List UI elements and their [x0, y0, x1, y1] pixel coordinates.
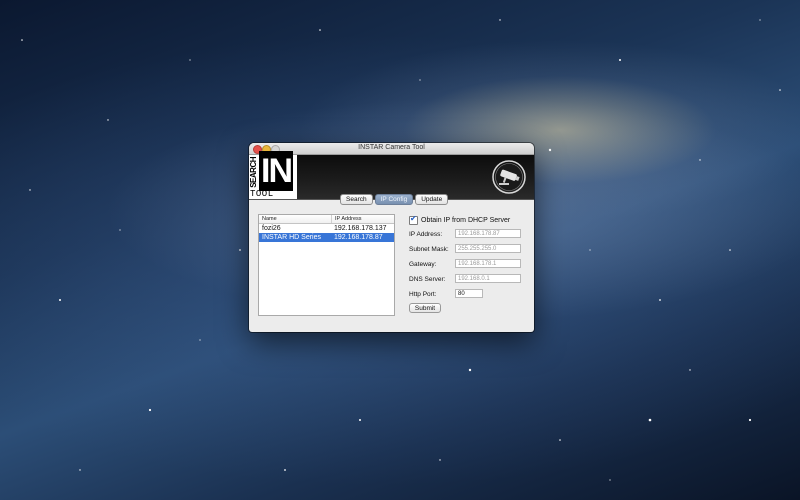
logo-in-text: IN [259, 151, 293, 191]
column-header-name[interactable]: Name [259, 215, 332, 223]
logo-search-text: SEARCH [249, 157, 258, 188]
ip-config-form: ✔ Obtain IP from DHCP Server IP Address:… [409, 213, 534, 313]
gateway-input[interactable]: 192.168.178.1 [455, 259, 521, 268]
ip-address-input[interactable]: 192.168.178.87 [455, 229, 521, 238]
subnet-mask-input[interactable]: 255.255.255.0 [455, 244, 521, 253]
tab-search[interactable]: Search [340, 194, 373, 205]
search-in-tool-logo: SEARCH IN TOOL [249, 151, 297, 199]
submit-button[interactable]: Submit [409, 303, 441, 313]
window-title: INSTAR Camera Tool [358, 144, 425, 151]
dhcp-label: Obtain IP from DHCP Server [421, 216, 511, 224]
subnet-mask-label: Subnet Mask: [409, 246, 449, 253]
instar-camera-tool-window: INSTAR Camera Tool SEARCH IN TOOL Search… [249, 143, 534, 332]
dhcp-checkbox[interactable]: ✔ [409, 213, 418, 225]
http-port-input[interactable]: 80 [455, 289, 483, 298]
dhcp-option[interactable]: ✔ Obtain IP from DHCP Server [409, 213, 534, 225]
device-row-selected[interactable]: INSTAR HD Series 192.168.178.87 [259, 233, 394, 242]
device-name: fozi26 [262, 225, 281, 232]
dns-server-input[interactable]: 192.168.0.1 [455, 274, 521, 283]
tab-ip-config[interactable]: IP Config [374, 194, 414, 205]
checkmark-icon: ✔ [410, 213, 417, 223]
device-ip: 192.168.178.87 [334, 234, 383, 241]
ip-address-label: IP Address: [409, 231, 443, 238]
device-list[interactable]: Name IP Address fozi26 192.168.178.137 I… [258, 214, 395, 316]
column-header-ip-address[interactable]: IP Address [332, 215, 362, 223]
security-camera-icon [492, 160, 526, 194]
device-row[interactable]: fozi26 192.168.178.137 [259, 224, 394, 233]
device-list-header: Name IP Address [259, 215, 394, 224]
gateway-label: Gateway: [409, 261, 437, 268]
device-ip: 192.168.178.137 [334, 225, 387, 232]
logo-tool-text: TOOL [250, 189, 274, 199]
tab-bar: Search IP Config Update [340, 194, 449, 205]
device-name: INSTAR HD Series [262, 234, 321, 241]
tab-update[interactable]: Update [415, 194, 449, 205]
http-port-label: Http Port: [409, 291, 437, 298]
dns-server-label: DNS Server: [409, 276, 446, 283]
